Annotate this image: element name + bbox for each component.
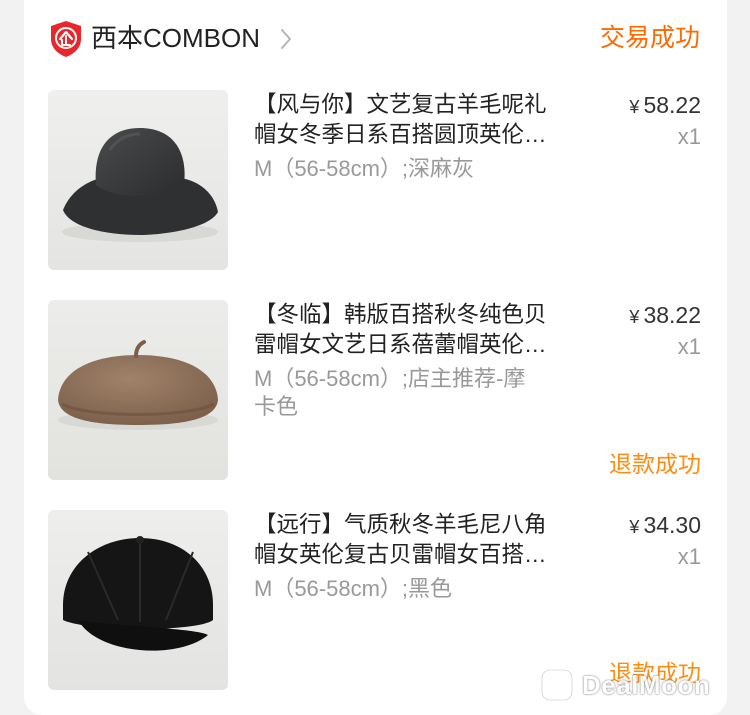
product-spec-line2: 卡色 (254, 394, 299, 419)
product-spec-line1: M（56-58cm）;店主推荐-摩 (254, 366, 526, 391)
order-card: 西本COMBON 交易成功 【风与你】文艺复古羊毛呢礼 帽女冬季日系百搭圆顶英伦… (24, 0, 727, 715)
price-value: 34.30 (643, 512, 701, 538)
product-title[interactable]: 【风与你】文艺复古羊毛呢礼 帽女冬季日系百搭圆顶英伦… (254, 90, 574, 150)
product-spec: M（56-58cm）;黑色 (254, 576, 453, 601)
product-price: ¥34.30 (629, 510, 701, 542)
product-title-line2: 帽女冬季日系百搭圆顶英伦… (254, 122, 547, 147)
order-item-1[interactable]: 【风与你】文艺复古羊毛呢礼 帽女冬季日系百搭圆顶英伦… M（56-58cm）;深… (24, 90, 727, 300)
product-title-line1: 【风与你】文艺复古羊毛呢礼 (254, 92, 547, 117)
product-spec: M（56-58cm）;深麻灰 (254, 156, 475, 181)
product-quantity: x1 (677, 124, 701, 149)
chevron-right-icon[interactable] (279, 28, 293, 50)
product-quantity: x1 (677, 544, 701, 569)
price-value: 38.22 (643, 302, 701, 328)
product-image[interactable] (48, 300, 228, 480)
product-title-line2: 雷帽女文艺日系蓓蕾帽英伦… (254, 332, 547, 357)
product-title-line1: 【冬临】韩版百搭秋冬纯色贝 (254, 302, 547, 327)
product-price: ¥58.22 (629, 90, 701, 122)
product-image[interactable] (48, 510, 228, 690)
shop-header[interactable]: 西本COMBON 交易成功 (24, 0, 727, 80)
currency-symbol: ¥ (629, 307, 640, 327)
enterprise-shield-icon (51, 21, 81, 57)
currency-symbol: ¥ (629, 97, 640, 117)
refund-status[interactable]: 退款成功 (609, 449, 701, 479)
product-title-line2: 帽女英伦复古贝雷帽女百搭… (254, 542, 547, 567)
product-quantity: x1 (677, 334, 701, 359)
currency-symbol: ¥ (629, 517, 640, 537)
product-title-line1: 【远行】气质秋冬羊毛尼八角 (254, 512, 547, 537)
product-spec: M（56-58cm）;店主推荐-摩 卡色 (254, 365, 574, 421)
product-image[interactable] (48, 90, 228, 270)
shop-name[interactable]: 西本COMBON (91, 21, 260, 55)
order-status: 交易成功 (599, 24, 700, 52)
product-price: ¥38.22 (629, 300, 701, 332)
dealmoon-logo-icon (540, 668, 574, 702)
price-value: 58.22 (643, 92, 701, 118)
order-item-2[interactable]: 【冬临】韩版百搭秋冬纯色贝 雷帽女文艺日系蓓蕾帽英伦… M（56-58cm）;店… (24, 300, 727, 510)
product-title[interactable]: 【冬临】韩版百搭秋冬纯色贝 雷帽女文艺日系蓓蕾帽英伦… (254, 300, 574, 360)
watermark: DealMoon (540, 668, 740, 702)
product-title[interactable]: 【远行】气质秋冬羊毛尼八角 帽女英伦复古贝雷帽女百搭… (254, 510, 574, 570)
watermark-text: DealMoon (582, 669, 711, 700)
